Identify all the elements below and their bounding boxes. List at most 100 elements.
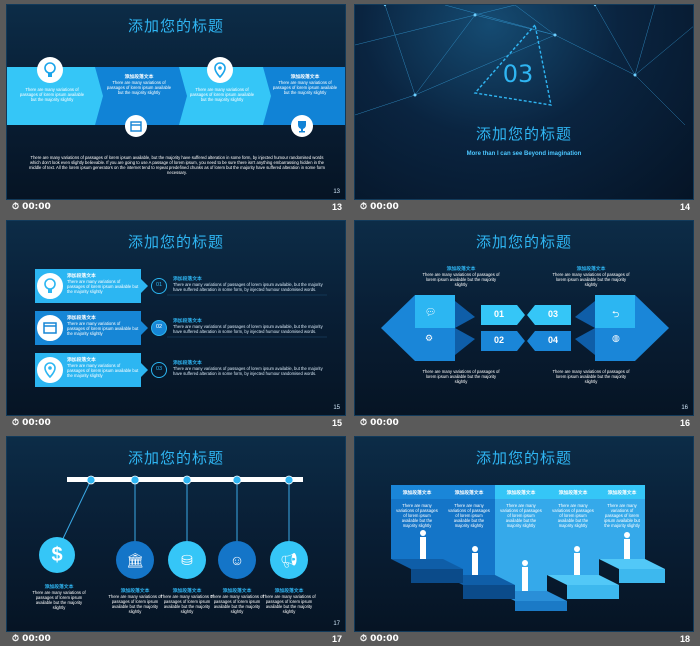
slide-thumb-13[interactable]: 添加您的标题 There are many variations of pass… <box>6 4 346 214</box>
top-left-text: There are many variations of passages of… <box>422 272 500 287</box>
time-label: ⏱︎ 00:00 <box>360 634 399 644</box>
time-label: ⏱︎ 00:00 <box>12 634 51 644</box>
section-number: 03 <box>502 60 534 88</box>
gear-icon: ⚙︎ <box>425 333 434 343</box>
col-heading: 添加段落文本 <box>454 491 484 496</box>
time-label: ⏱︎ 00:00 <box>12 202 51 212</box>
page-number: 16 <box>681 405 688 411</box>
megaphone-icon: 📢︎ <box>270 541 308 579</box>
slide-thumb-16[interactable]: 添加您的标题 💬︎ ⚙︎ ⮌ ◍ 01 02 03 04 添加段落文本 Ther… <box>354 220 694 430</box>
time-label: ⏱︎ 00:00 <box>360 202 399 212</box>
slide-number: 14 <box>679 202 690 212</box>
slide-14: 03 添加您的标题 More than I can see Beyond ima… <box>354 4 694 200</box>
calendar-icon <box>35 313 65 343</box>
slide-thumb-17[interactable]: 添加您的标题 $ 🏛︎ ⛁ ☺︎ 📢︎ 添加段落文本 There are man… <box>6 436 346 646</box>
slide-number: 18 <box>679 634 690 644</box>
item-heading: 添加段落文本 <box>222 589 252 594</box>
location-pin-icon <box>35 355 65 385</box>
item-2-heading: 添加段落文本 <box>124 75 154 80</box>
item-heading: 添加段落文本 <box>120 589 150 594</box>
item-heading: 添加段落文本 <box>274 589 304 594</box>
row-3-heading: 添加段落文本 <box>67 358 96 363</box>
col-text: There are many variations of passages of… <box>552 503 594 528</box>
thumb-footer: ⏱︎ 00:00 15 <box>6 416 346 430</box>
desc-2-heading: 添加段落文本 <box>173 319 202 324</box>
slide-thumb-14[interactable]: 03 添加您的标题 More than I can see Beyond ima… <box>354 4 694 214</box>
desc-2-text: There are many variations of passages of… <box>173 324 323 334</box>
calendar-icon <box>125 115 147 137</box>
col-heading: 添加段落文本 <box>506 491 536 496</box>
step-label: 01 <box>493 309 504 319</box>
page-number: 17 <box>333 621 340 627</box>
col-heading: 添加段落文本 <box>402 491 432 496</box>
row-1-text: There are many variations of passages of… <box>67 279 139 294</box>
top-right-text: There are many variations of passages of… <box>552 272 630 287</box>
slide-number: 16 <box>679 418 690 428</box>
location-pin-icon <box>207 57 233 83</box>
item-heading: 添加段落文本 <box>44 585 74 590</box>
slide-title: 添加您的标题 <box>475 125 572 143</box>
col-heading: 添加段落文本 <box>558 491 588 496</box>
item-4-heading: 添加段落文本 <box>290 75 320 80</box>
slide-thumb-18[interactable]: 添加您的标题 添加段落文本 添加段落文本 添加段落文本 添加段落文本 添加段落文… <box>354 436 694 646</box>
col-text: There are many variations of passages of… <box>396 503 438 528</box>
slide-17: 添加您的标题 $ 🏛︎ ⛁ ☺︎ 📢︎ 添加段落文本 There are man… <box>6 436 346 632</box>
thumb-footer: ⏱︎ 00:00 17 <box>6 632 346 646</box>
row-1-heading: 添加段落文本 <box>67 274 96 279</box>
step-label: 03 <box>547 309 558 319</box>
bank-icon: 🏛︎ <box>116 541 154 579</box>
bottom-paragraph: There are many variations of passages of… <box>29 155 325 175</box>
slide-number: 13 <box>331 202 342 212</box>
bulb-icon <box>37 57 63 83</box>
col-text: There are many variations of passages of… <box>500 503 542 528</box>
step-badge: 02 <box>151 320 167 336</box>
desc-1-text: There are many variations of passages of… <box>173 282 323 292</box>
col-text: There are many variations of passages of… <box>448 503 490 528</box>
row-2-text: There are many variations of passages of… <box>67 321 139 336</box>
subtitle: More than I can see Beyond imagination <box>466 151 582 157</box>
database-icon: ⛁ <box>168 541 206 579</box>
step-label: 04 <box>547 335 558 345</box>
bottom-right-text: There are many variations of passages of… <box>552 369 630 384</box>
chat-icon: 💬︎ <box>425 307 437 317</box>
share-icon: ⮌ <box>612 309 620 319</box>
slide-18: 添加您的标题 添加段落文本 添加段落文本 添加段落文本 添加段落文本 添加段落文… <box>354 436 694 632</box>
top-left-heading: 添加段落文本 <box>446 267 476 272</box>
slide-13: 添加您的标题 There are many variations of pass… <box>6 4 346 200</box>
item-text: There are many variations of passages of… <box>32 590 86 610</box>
step-badge: 01 <box>151 278 167 294</box>
trophy-icon <box>291 115 313 137</box>
step-badge: 03 <box>151 362 167 378</box>
page-number: 15 <box>333 405 340 411</box>
item-4-text: There are many variations of passages of… <box>272 80 338 95</box>
col-text: There are many variations of passages of… <box>604 503 640 528</box>
item-3-text: There are many variations of passages of… <box>189 87 255 102</box>
users-icon: ☺︎ <box>218 541 256 579</box>
item-text: There are many variations of passages of… <box>210 594 264 614</box>
time-label: ⏱︎ 00:00 <box>360 418 399 428</box>
slide-number: 17 <box>331 634 342 644</box>
slide-grid: 添加您的标题 There are many variations of pass… <box>0 0 700 646</box>
row-3-text: There are many variations of passages of… <box>67 363 139 378</box>
item-text: There are many variations of passages of… <box>262 594 316 614</box>
row-2-heading: 添加段落文本 <box>67 316 96 321</box>
page-number: 13 <box>333 189 340 195</box>
slide-15: 添加您的标题 添加段落文本 There are many variations … <box>6 220 346 416</box>
stairs-graphic <box>391 485 665 611</box>
time-label: ⏱︎ 00:00 <box>12 418 51 428</box>
desc-1-heading: 添加段落文本 <box>173 277 202 282</box>
item-text: There are many variations of passages of… <box>108 594 162 614</box>
dollar-icon: $ <box>39 537 75 573</box>
thumb-footer: ⏱︎ 00:00 18 <box>354 632 694 646</box>
slide-thumb-15[interactable]: 添加您的标题 添加段落文本 There are many variations … <box>6 220 346 430</box>
slide-number: 15 <box>331 418 342 428</box>
bulb-icon <box>35 271 65 301</box>
thumb-footer: ⏱︎ 00:00 16 <box>354 416 694 430</box>
thumb-footer: ⏱︎ 00:00 13 <box>6 200 346 214</box>
top-right-heading: 添加段落文本 <box>576 267 606 272</box>
col-heading: 添加段落文本 <box>607 491 637 496</box>
step-label: 02 <box>493 335 504 345</box>
double-arrow-graphic <box>381 295 669 361</box>
network-lines-graphic <box>355 5 693 126</box>
item-1-text: There are many variations of passages of… <box>19 87 85 102</box>
